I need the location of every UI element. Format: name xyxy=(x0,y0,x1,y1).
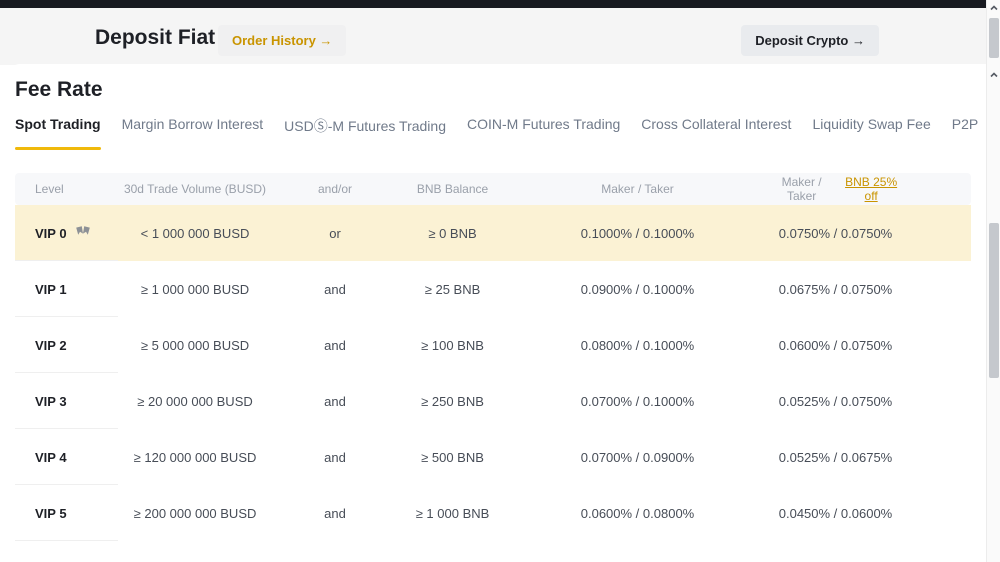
maker-taker-bnb-cell: 0.0525% / 0.0675% xyxy=(770,450,971,465)
deposit-crypto-button[interactable]: Deposit Crypto → xyxy=(741,25,879,56)
level-cell: VIP 1 xyxy=(15,282,120,297)
maker-taker-cell: 0.0800% / 0.1000% xyxy=(505,338,770,353)
volume-cell: < 1 000 000 BUSD xyxy=(120,226,270,241)
fee-rate-tabs: Spot Trading Margin Borrow Interest USDⓈ… xyxy=(15,116,986,150)
fee-table-header: Level 30d Trade Volume (BUSD) and/or BNB… xyxy=(15,173,971,205)
andor-cell: and xyxy=(270,282,400,297)
vip-ribbon-badge-icon xyxy=(75,226,91,240)
order-history-button[interactable]: Order History → xyxy=(218,25,346,56)
bnb-balance-cell: ≥ 25 BNB xyxy=(400,282,505,297)
table-row-vip1[interactable]: VIP 1 ≥ 1 000 000 BUSD and ≥ 25 BNB 0.09… xyxy=(15,261,971,317)
column-header-maker-taker-bnb-label: Maker / Taker xyxy=(770,175,833,203)
level-label: VIP 4 xyxy=(35,450,67,465)
level-cell: VIP 3 xyxy=(15,394,120,409)
tab-coin-m-futures-trading[interactable]: COIN-M Futures Trading xyxy=(467,116,620,150)
maker-taker-bnb-cell: 0.0750% / 0.0750% xyxy=(770,226,971,241)
column-header-andor: and/or xyxy=(270,182,400,196)
table-row-vip5[interactable]: VIP 5 ≥ 200 000 000 BUSD and ≥ 1 000 BNB… xyxy=(15,485,971,541)
tab-liquidity-swap-fee[interactable]: Liquidity Swap Fee xyxy=(812,116,930,150)
andor-cell: and xyxy=(270,338,400,353)
bnb-balance-cell: ≥ 500 BNB xyxy=(400,450,505,465)
level-cell: VIP 2 xyxy=(15,338,120,353)
andor-cell: or xyxy=(270,226,400,241)
level-label: VIP 1 xyxy=(35,282,67,297)
bnb-discount-link[interactable]: BNB 25% off xyxy=(841,175,901,203)
page-title: Deposit Fiat xyxy=(95,26,215,50)
fee-rate-card: Fee Rate Spot Trading Margin Borrow Inte… xyxy=(8,64,986,562)
top-black-bar xyxy=(0,0,986,8)
scroll-up-arrow-icon[interactable] xyxy=(989,3,999,13)
maker-taker-bnb-cell: 0.0675% / 0.0750% xyxy=(770,282,971,297)
tab-p2p[interactable]: P2P xyxy=(952,116,978,150)
volume-cell: ≥ 5 000 000 BUSD xyxy=(120,338,270,353)
maker-taker-bnb-cell: 0.0525% / 0.0750% xyxy=(770,394,971,409)
level-cell: VIP 5 xyxy=(15,506,120,521)
maker-taker-bnb-cell: 0.0600% / 0.0750% xyxy=(770,338,971,353)
volume-cell: ≥ 200 000 000 BUSD xyxy=(120,506,270,521)
column-header-level: Level xyxy=(15,182,120,196)
tab-margin-borrow-interest[interactable]: Margin Borrow Interest xyxy=(122,116,264,150)
fee-rate-title: Fee Rate xyxy=(15,78,986,102)
table-row-vip4[interactable]: VIP 4 ≥ 120 000 000 BUSD and ≥ 500 BNB 0… xyxy=(15,429,971,485)
maker-taker-bnb-cell: 0.0450% / 0.0600% xyxy=(770,506,971,521)
level-label: VIP 2 xyxy=(35,338,67,353)
andor-cell: and xyxy=(270,506,400,521)
column-header-maker-taker-bnb: Maker / Taker BNB 25% off xyxy=(770,175,971,203)
scroll-up-arrow-icon[interactable] xyxy=(989,70,999,80)
vertical-scrollbar[interactable] xyxy=(986,0,1000,562)
scrollbar-thumb-top[interactable] xyxy=(989,18,999,58)
maker-taker-cell: 0.0700% / 0.0900% xyxy=(505,450,770,465)
page-header: Deposit Fiat Order History → Deposit Cry… xyxy=(0,8,986,65)
bnb-balance-cell: ≥ 250 BNB xyxy=(400,394,505,409)
level-label: VIP 3 xyxy=(35,394,67,409)
maker-taker-cell: 0.0900% / 0.1000% xyxy=(505,282,770,297)
andor-cell: and xyxy=(270,450,400,465)
level-label: VIP 5 xyxy=(35,506,67,521)
tab-spot-trading[interactable]: Spot Trading xyxy=(15,116,101,150)
column-header-maker-taker: Maker / Taker xyxy=(505,182,770,196)
scrollbar-thumb-main[interactable] xyxy=(989,223,999,378)
volume-cell: ≥ 120 000 000 BUSD xyxy=(120,450,270,465)
level-label: VIP 0 xyxy=(35,226,67,241)
volume-cell: ≥ 1 000 000 BUSD xyxy=(120,282,270,297)
maker-taker-cell: 0.1000% / 0.1000% xyxy=(505,226,770,241)
tab-usds-m-futures-trading[interactable]: USDⓈ-M Futures Trading xyxy=(284,116,446,150)
bnb-balance-cell: ≥ 100 BNB xyxy=(400,338,505,353)
fee-table: Level 30d Trade Volume (BUSD) and/or BNB… xyxy=(15,173,971,541)
andor-cell: and xyxy=(270,394,400,409)
table-row-vip3[interactable]: VIP 3 ≥ 20 000 000 BUSD and ≥ 250 BNB 0.… xyxy=(15,373,971,429)
tab-cross-collateral-interest[interactable]: Cross Collateral Interest xyxy=(641,116,791,150)
level-cell: VIP 4 xyxy=(15,450,120,465)
maker-taker-cell: 0.0700% / 0.1000% xyxy=(505,394,770,409)
level-cell: VIP 0 xyxy=(15,226,120,241)
table-row-vip0[interactable]: VIP 0 < 1 000 000 BUSD or ≥ 0 BNB 0.1000… xyxy=(15,205,971,261)
bnb-balance-cell: ≥ 0 BNB xyxy=(400,226,505,241)
column-header-volume: 30d Trade Volume (BUSD) xyxy=(120,182,270,196)
volume-cell: ≥ 20 000 000 BUSD xyxy=(120,394,270,409)
column-header-bnb-balance: BNB Balance xyxy=(400,182,505,196)
table-row-vip2[interactable]: VIP 2 ≥ 5 000 000 BUSD and ≥ 100 BNB 0.0… xyxy=(15,317,971,373)
maker-taker-cell: 0.0600% / 0.0800% xyxy=(505,506,770,521)
bnb-balance-cell: ≥ 1 000 BNB xyxy=(400,506,505,521)
